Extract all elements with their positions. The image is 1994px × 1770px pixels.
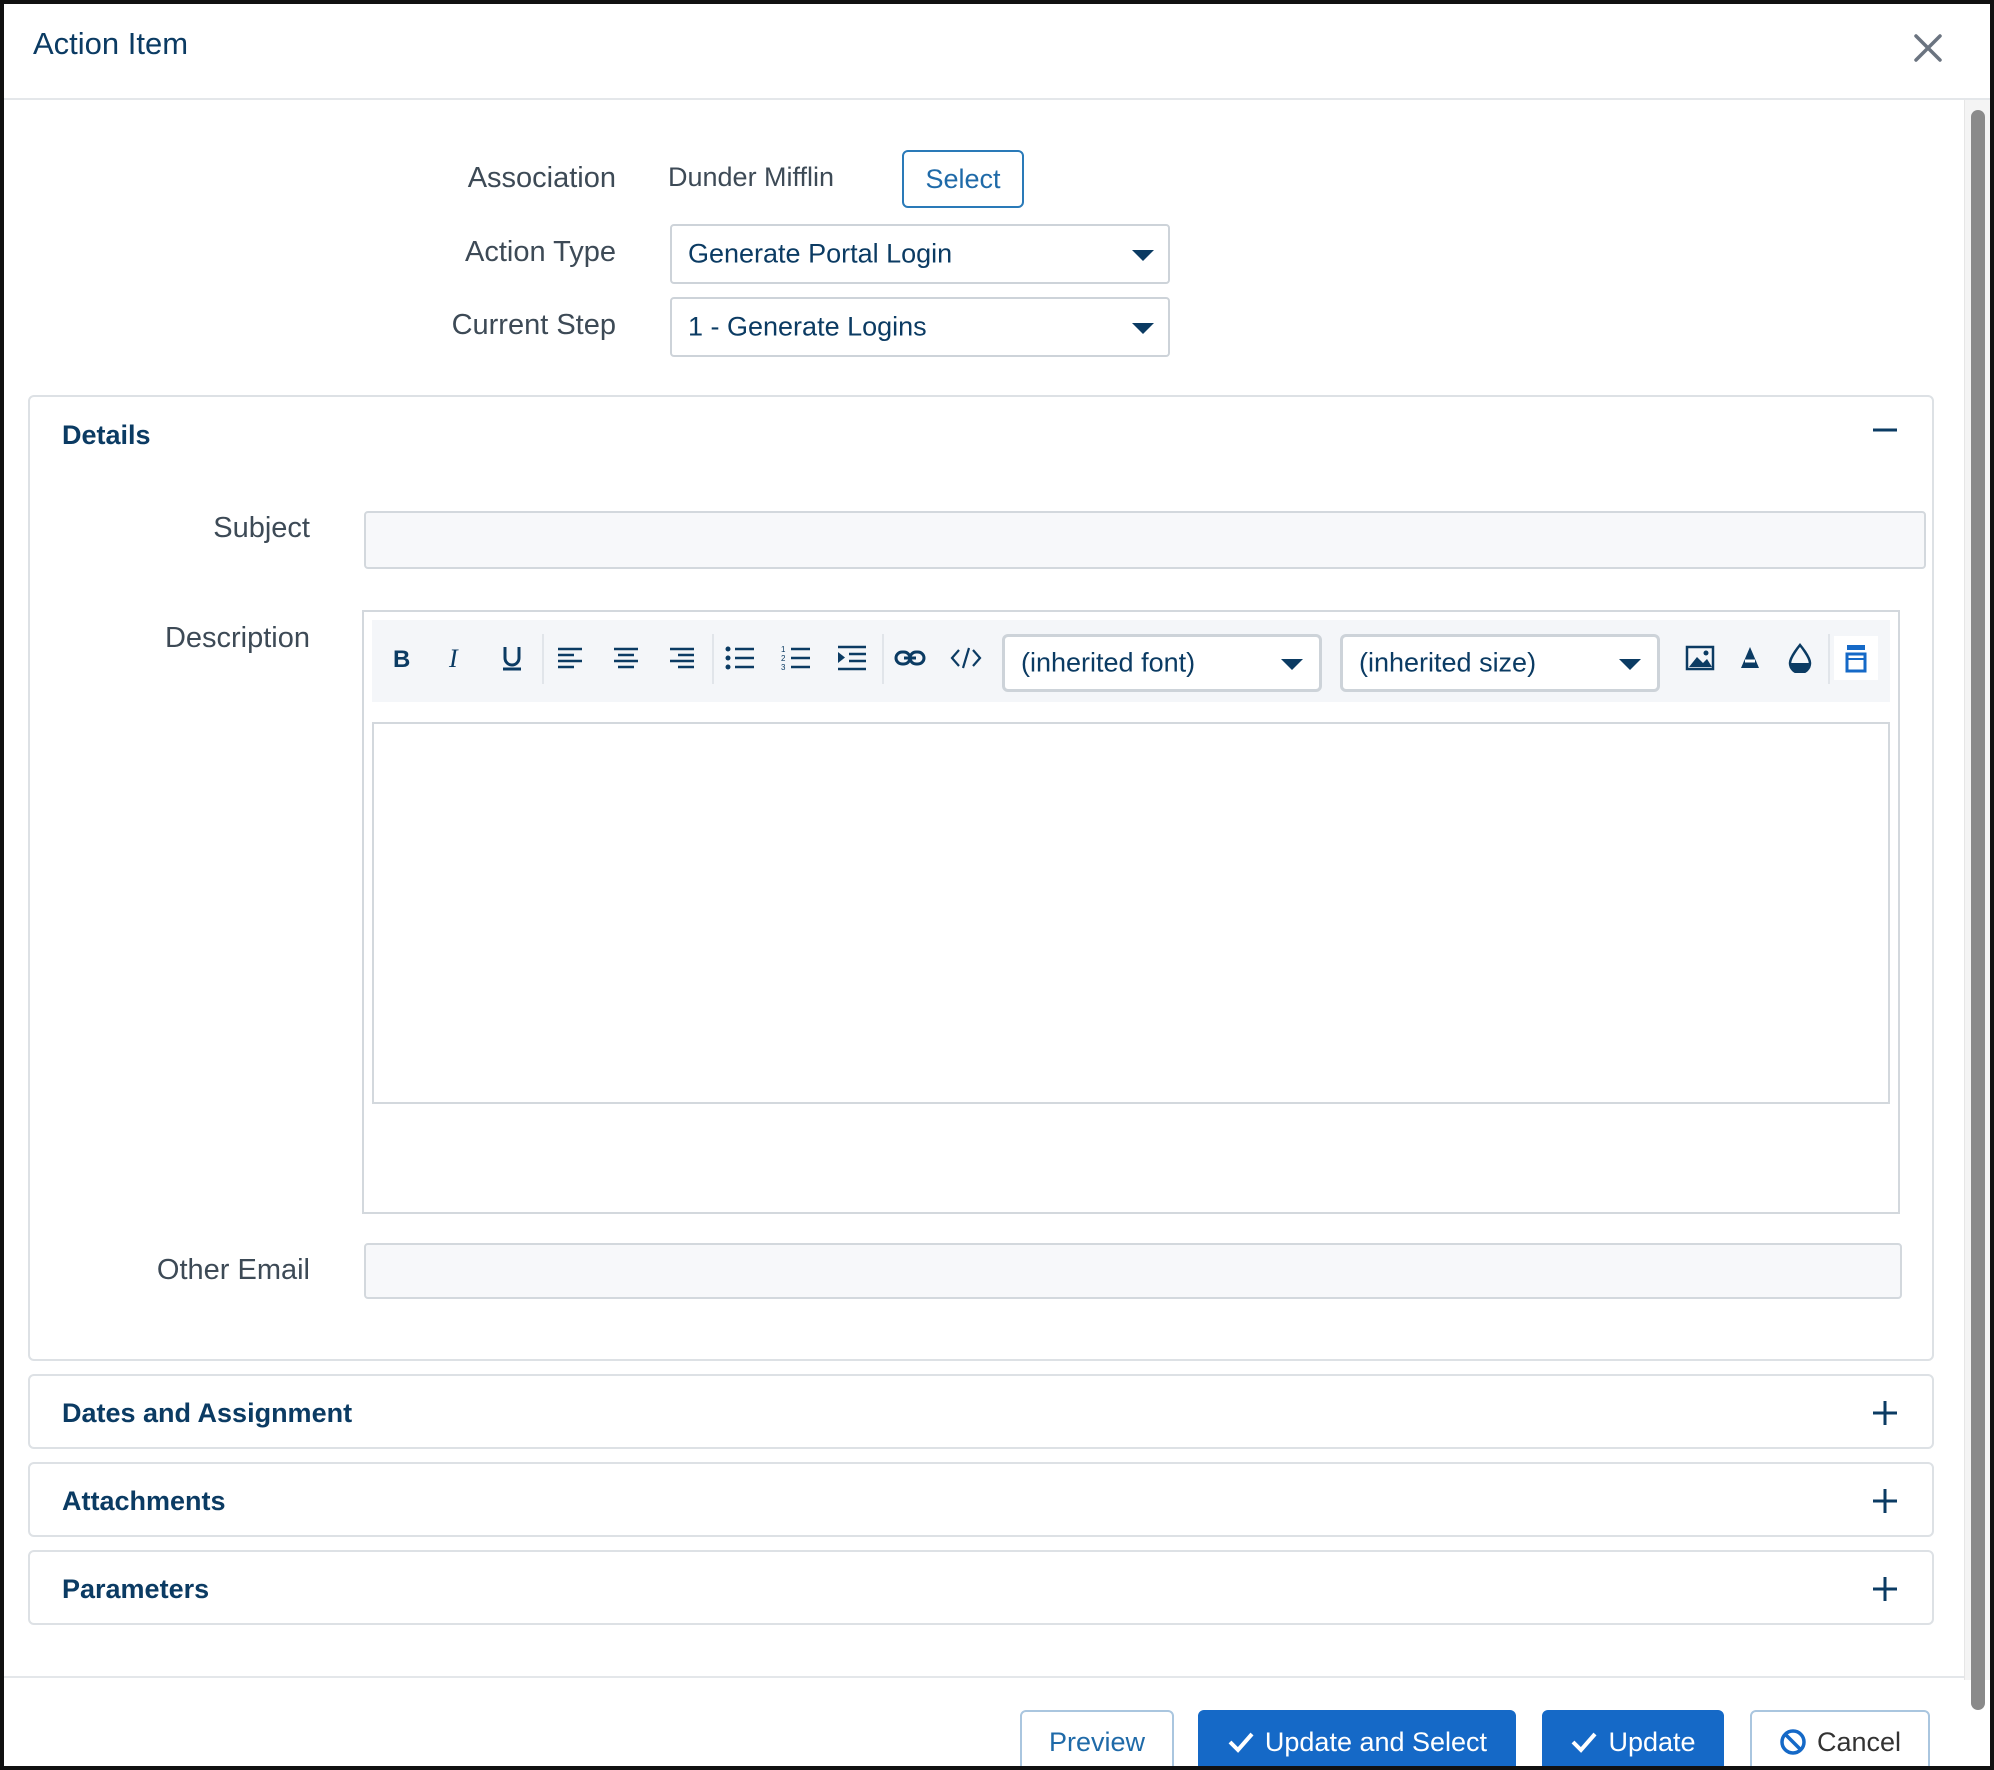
scrollbar-thumb[interactable] — [1971, 110, 1985, 1710]
svg-text:3: 3 — [781, 663, 786, 672]
font-family-value: (inherited font) — [1021, 647, 1196, 678]
svg-text:B: B — [393, 646, 410, 671]
association-value: Dunder Mifflin — [668, 162, 835, 192]
font-color-icon[interactable] — [1728, 636, 1772, 680]
dialog-title: Action Item — [33, 26, 189, 61]
current-step-label: Current Step — [451, 309, 616, 341]
dialog-header: Action Item — [4, 4, 1990, 100]
subject-label: Subject — [213, 512, 310, 544]
editor-toolbar: B I 123 (inherited font) (inherited size… — [372, 620, 1890, 702]
chevron-down-icon — [1132, 250, 1154, 261]
background-color-icon[interactable] — [1778, 636, 1822, 680]
current-step-value: 1 - Generate Logins — [688, 311, 927, 342]
footer-divider — [4, 1676, 1964, 1678]
align-left-icon[interactable] — [548, 636, 592, 680]
ban-icon — [1780, 1729, 1806, 1755]
update-label: Update — [1608, 1726, 1696, 1757]
code-icon[interactable] — [944, 636, 988, 680]
description-label: Description — [164, 622, 310, 654]
link-icon[interactable] — [888, 636, 932, 680]
underline-icon[interactable] — [490, 636, 534, 680]
action-item-dialog: Action Item Association Dunder Mifflin S… — [0, 0, 1994, 1770]
preview-label: Preview — [1048, 1726, 1146, 1757]
font-size-select[interactable]: (inherited size) — [1340, 634, 1660, 692]
numbered-list-icon[interactable]: 123 — [774, 636, 818, 680]
plus-icon[interactable] — [1872, 1400, 1898, 1426]
details-title[interactable]: Details — [62, 420, 151, 451]
indent-icon[interactable] — [830, 636, 874, 680]
plus-icon[interactable] — [1872, 1576, 1898, 1602]
dates-assignment-panel[interactable]: Dates and Assignment — [28, 1374, 1934, 1449]
cancel-label: Cancel — [1816, 1726, 1902, 1757]
action-type-select[interactable]: Generate Portal Login — [670, 224, 1170, 284]
update-button[interactable]: Update — [1542, 1710, 1724, 1766]
other-email-input[interactable] — [364, 1243, 1902, 1299]
check-icon — [1572, 1732, 1597, 1753]
font-size-value: (inherited size) — [1359, 647, 1537, 678]
section-title[interactable]: Dates and Assignment — [62, 1398, 352, 1429]
update-and-select-label: Update and Select — [1264, 1726, 1488, 1757]
parameters-panel[interactable]: Parameters — [28, 1550, 1934, 1625]
description-edit-area[interactable] — [372, 722, 1890, 1104]
plus-icon[interactable] — [1872, 1488, 1898, 1514]
association-select-button[interactable]: Select — [902, 150, 1024, 208]
section-title[interactable]: Parameters — [62, 1574, 209, 1605]
action-type-value: Generate Portal Login — [688, 238, 953, 269]
check-icon — [1228, 1732, 1254, 1753]
align-right-icon[interactable] — [660, 636, 704, 680]
close-icon[interactable] — [1908, 28, 1948, 68]
section-title[interactable]: Attachments — [62, 1486, 226, 1517]
view-html-icon[interactable] — [1834, 636, 1878, 680]
update-and-select-button[interactable]: Update and Select — [1198, 1710, 1516, 1766]
font-family-select[interactable]: (inherited font) — [1002, 634, 1322, 692]
other-email-label: Other Email — [156, 1254, 310, 1286]
association-label: Association — [467, 162, 616, 194]
bold-icon[interactable]: B — [380, 636, 424, 680]
attachments-panel[interactable]: Attachments — [28, 1462, 1934, 1537]
current-step-select[interactable]: 1 - Generate Logins — [670, 297, 1170, 357]
scrollbar[interactable] — [1964, 100, 1990, 1710]
preview-button[interactable]: Preview — [1020, 1710, 1174, 1766]
svg-text:1: 1 — [781, 645, 786, 654]
minus-icon[interactable] — [1872, 417, 1898, 443]
italic-icon[interactable]: I — [434, 636, 478, 680]
description-editor: B I 123 (inherited font) (inherited size… — [362, 610, 1900, 1214]
action-type-label: Action Type — [464, 236, 616, 268]
svg-text:I: I — [448, 645, 459, 671]
bullet-list-icon[interactable] — [718, 636, 762, 680]
cancel-button[interactable]: Cancel — [1750, 1710, 1930, 1766]
image-icon[interactable] — [1678, 636, 1722, 680]
align-center-icon[interactable] — [604, 636, 648, 680]
chevron-down-icon — [1281, 659, 1303, 670]
chevron-down-icon — [1132, 323, 1154, 334]
subject-input[interactable] — [364, 511, 1926, 569]
svg-text:2: 2 — [781, 654, 786, 663]
chevron-down-icon — [1619, 659, 1641, 670]
